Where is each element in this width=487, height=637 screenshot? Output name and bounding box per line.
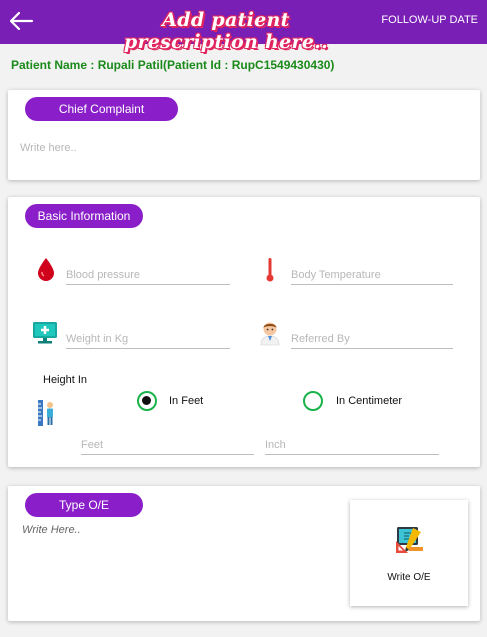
thermometer-icon <box>265 257 275 288</box>
basic-information-card: Basic Information Blood pressure Body Te… <box>8 197 480 467</box>
page-title: Add patient prescription here.. <box>123 9 329 53</box>
radio-selected-dot <box>142 396 151 405</box>
chief-complaint-input[interactable] <box>20 142 460 162</box>
type-oe-heading: Type O/E <box>25 493 143 517</box>
app-header: Add patient prescription here.. FOLLOW-U… <box>0 0 487 53</box>
referred-by-input[interactable] <box>291 329 453 349</box>
body-temperature-input[interactable] <box>291 265 453 285</box>
in-feet-label: In Feet <box>169 395 204 407</box>
radio-in-centimeter[interactable] <box>303 391 323 411</box>
height-label: Height In <box>43 374 88 386</box>
back-arrow-icon[interactable] <box>8 9 34 33</box>
basic-information-heading: Basic Information <box>25 204 143 228</box>
doctor-avatar-icon <box>259 320 281 351</box>
follow-up-date-button[interactable]: FOLLOW-UP DATE <box>381 14 478 26</box>
tablet-pencil-ruler-icon <box>395 526 425 559</box>
feet-input[interactable] <box>81 435 254 455</box>
chief-complaint-heading: Chief Complaint <box>25 97 178 121</box>
inch-input[interactable] <box>265 435 439 455</box>
write-oe-button[interactable]: Write O/E <box>350 500 468 606</box>
oe-card: Type O/E Write O/E <box>8 486 480 621</box>
patient-info: Patient Name : Rupali Patil(Patient Id :… <box>11 58 335 72</box>
radio-in-feet[interactable] <box>137 391 157 411</box>
write-oe-label: Write O/E <box>387 572 431 583</box>
height-ruler-icon <box>37 399 57 432</box>
chief-complaint-card: Chief Complaint <box>8 90 480 180</box>
monitor-health-icon <box>32 321 58 350</box>
weight-input[interactable] <box>66 329 230 349</box>
blood-pressure-input[interactable] <box>66 265 230 285</box>
in-centimeter-label: In Centimeter <box>336 395 403 407</box>
oe-input[interactable] <box>22 524 337 609</box>
blood-drop-icon <box>37 257 55 286</box>
